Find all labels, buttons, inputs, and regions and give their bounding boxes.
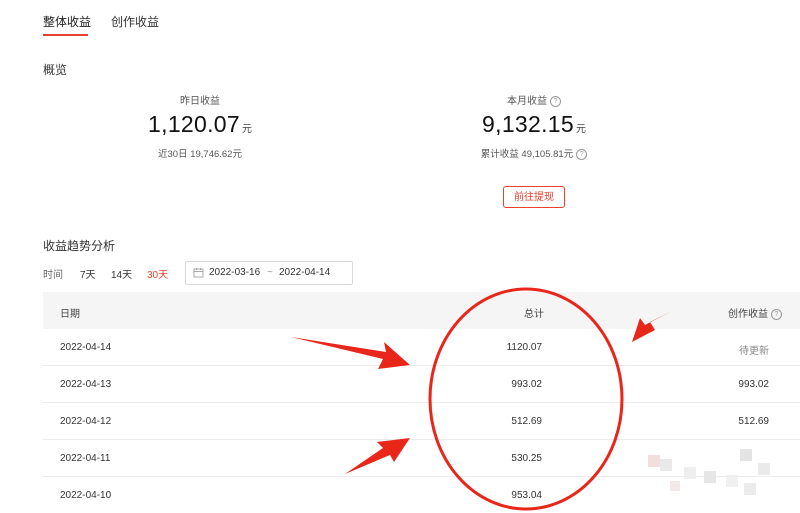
date-range-picker[interactable]: 2022-03-16 ~ 2022-04-14 <box>185 261 353 285</box>
row-date: 2022-04-11 <box>60 453 111 464</box>
help-icon[interactable]: ? <box>576 149 588 160</box>
date-end[interactable]: 2022-04-14 <box>279 267 330 278</box>
tab-overall-earnings[interactable]: 整体收益 <box>43 13 91 30</box>
row-date: 2022-04-10 <box>60 490 112 501</box>
range-7-days[interactable]: 7天 <box>80 266 96 281</box>
creation-earnings-label: 创作收益 <box>728 309 768 320</box>
table-row: 2022-04-13 993.02 993.02 <box>43 366 800 403</box>
row-total: 993.02 <box>511 379 542 390</box>
row-creation-earnings: 993.02 <box>738 379 769 390</box>
column-header-creation-earnings: 创作收益? <box>728 305 782 320</box>
cumulative-earnings: 累计收益 49,105.81元 <box>480 149 574 160</box>
row-creation-earnings: 待更新 <box>739 346 769 357</box>
yesterday-label: 昨日收益 <box>180 96 220 107</box>
time-label: 时间 <box>43 270 63 281</box>
row-creation-earnings: 512.69 <box>738 416 769 427</box>
trend-analysis-title: 收益趋势分析 <box>43 239 116 253</box>
help-icon[interactable]: ? <box>550 96 561 107</box>
row-total: 1120.07 <box>506 342 542 353</box>
row-date: 2022-04-12 <box>60 416 112 427</box>
date-separator: ~ <box>267 267 273 278</box>
mosaic-blur <box>648 449 770 495</box>
month-earnings-card: 本月收益? 9,132.15 元 累计收益 49,105.81元? <box>454 92 614 160</box>
yesterday-value: 1,120.07 <box>148 111 240 137</box>
table-row: 2022-04-14 1120.07 待更新 <box>43 329 800 366</box>
month-label: 本月收益 <box>507 96 547 107</box>
range-14-days[interactable]: 14天 <box>111 266 132 281</box>
help-icon[interactable]: ? <box>771 309 782 320</box>
row-date: 2022-04-13 <box>60 379 112 390</box>
active-tab-indicator <box>43 34 88 36</box>
column-header-total: 总计 <box>524 309 544 320</box>
table-header: 日期 总计 创作收益? <box>43 292 800 329</box>
column-header-date: 日期 <box>60 309 80 320</box>
withdraw-button[interactable]: 前往提现 <box>503 186 565 208</box>
row-date: 2022-04-14 <box>60 342 112 353</box>
yesterday-unit: 元 <box>241 124 252 135</box>
yesterday-earnings-card: 昨日收益 1,120.07 元 近30日 19,746.62元 <box>120 92 280 160</box>
row-total: 953.04 <box>511 490 542 501</box>
tab-creation-earnings[interactable]: 创作收益 <box>111 13 159 30</box>
last-30-days-total: 近30日 19,746.62元 <box>158 149 242 160</box>
row-total: 530.25 <box>511 453 542 464</box>
calendar-icon <box>193 268 204 278</box>
table-row: 2022-04-12 512.69 512.69 <box>43 403 800 440</box>
date-start[interactable]: 2022-03-16 <box>209 267 260 278</box>
range-30-days[interactable]: 30天 <box>147 266 168 281</box>
month-value: 9,132.15 <box>482 111 574 137</box>
overview-title: 概览 <box>43 63 68 77</box>
row-total: 512.69 <box>511 416 542 427</box>
month-unit: 元 <box>575 124 586 135</box>
